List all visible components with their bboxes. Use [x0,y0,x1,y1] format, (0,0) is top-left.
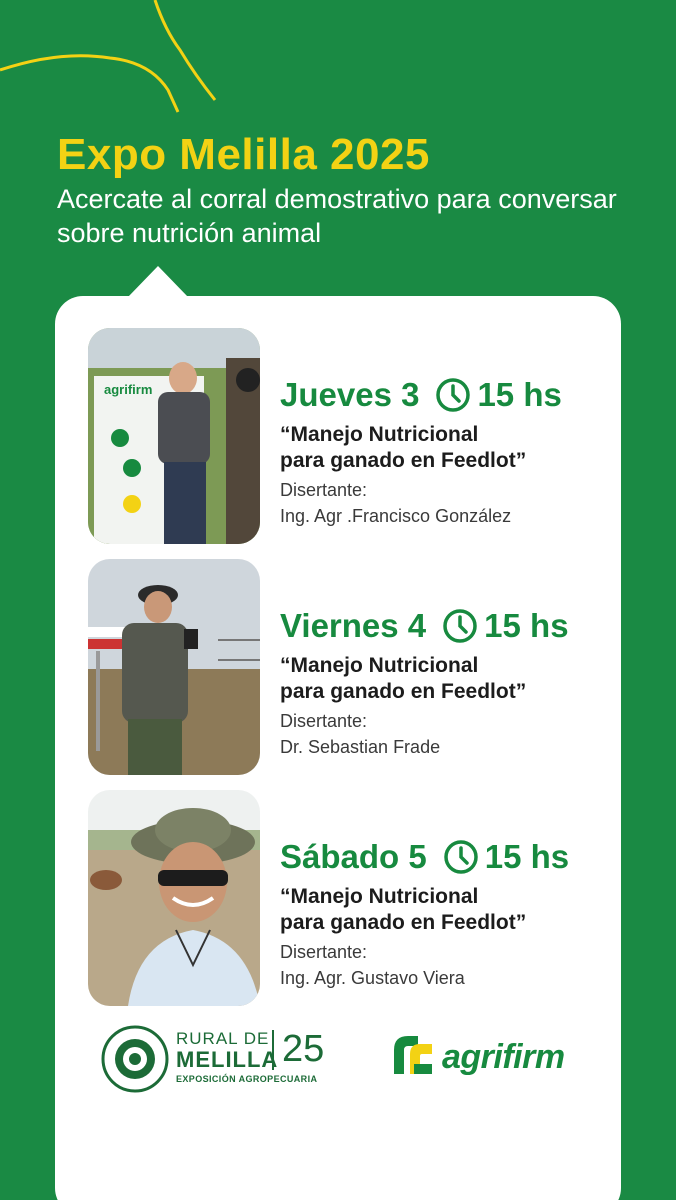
clock-icon [436,378,471,412]
session-day: Jueves 3 [280,376,420,413]
session-topic-line: para ganado en Feedlot” [280,449,527,472]
speaker-label: Disertante: [280,942,368,962]
session-time: 15 hs [477,376,562,413]
session-topic-line: “Manejo Nutricional [280,885,479,908]
speaker-name: Ing. Agr. Gustavo Viera [280,968,465,988]
clock-icon [443,840,478,874]
clock-icon [443,609,477,643]
rural-number: 25 [282,1028,325,1070]
card-notch [128,266,188,297]
session-item: Viernes 4 15 hs “Manejo Nutricional para… [88,559,628,777]
decorative-yellow-line [0,0,217,113]
agrifirm-brand-name: agrifirm [442,1038,565,1076]
rural-line1: RURAL DE [176,1029,270,1048]
session-day: Sábado 5 [280,838,427,875]
svg-text:agrifirm: agrifirm [104,382,152,397]
speaker-name: Ing. Agr .Francisco González [280,506,512,526]
session-topic: “Manejo Nutricional para ganado en Feedl… [280,653,630,705]
rural-seal-icon [101,1025,169,1093]
session-topic-line: “Manejo Nutricional [280,423,479,446]
session-time: 15 hs [484,838,570,875]
speaker-name: Dr. Sebastian Frade [280,737,441,757]
session-topic-line: “Manejo Nutricional [280,654,479,677]
rural-divider [272,1030,274,1070]
session-topic-line: para ganado en Feedlot” [280,680,527,703]
session-topic: “Manejo Nutricional para ganado en Feedl… [280,884,630,936]
session-time: 15 hs [484,607,569,644]
speaker-label: Disertante: [280,480,368,500]
speaker-photo: agrifirm [88,328,260,544]
session-day: Viernes 4 [280,607,427,644]
page-subtitle: Acercate al corral demostrativo para con… [57,184,617,248]
session-topic: “Manejo Nutricional para ganado en Feedl… [280,422,630,474]
page-title: Expo Melilla 2025 [57,130,430,179]
session-topic-line: para ganado en Feedlot” [280,911,527,934]
rural-melilla-logo: RURAL DE MELILLA EXPOSICIÓN AGROPECUARIA… [100,1024,340,1094]
speaker-photo [88,790,260,1006]
rural-line2: MELILLA [176,1047,279,1072]
speaker-photo [88,559,260,775]
session-item: agrifirm Jueves 3 15 hs “Manejo Nutricio… [88,328,628,546]
agrifirm-logo-icon [394,1036,432,1074]
speaker-label: Disertante: [280,711,368,731]
agrifirm-logo: agrifirm [388,1030,578,1084]
session-item: Sábado 5 15 hs “Manejo Nutricional para … [88,790,628,1008]
rural-subtitle: EXPOSICIÓN AGROPECUARIA [176,1074,318,1084]
